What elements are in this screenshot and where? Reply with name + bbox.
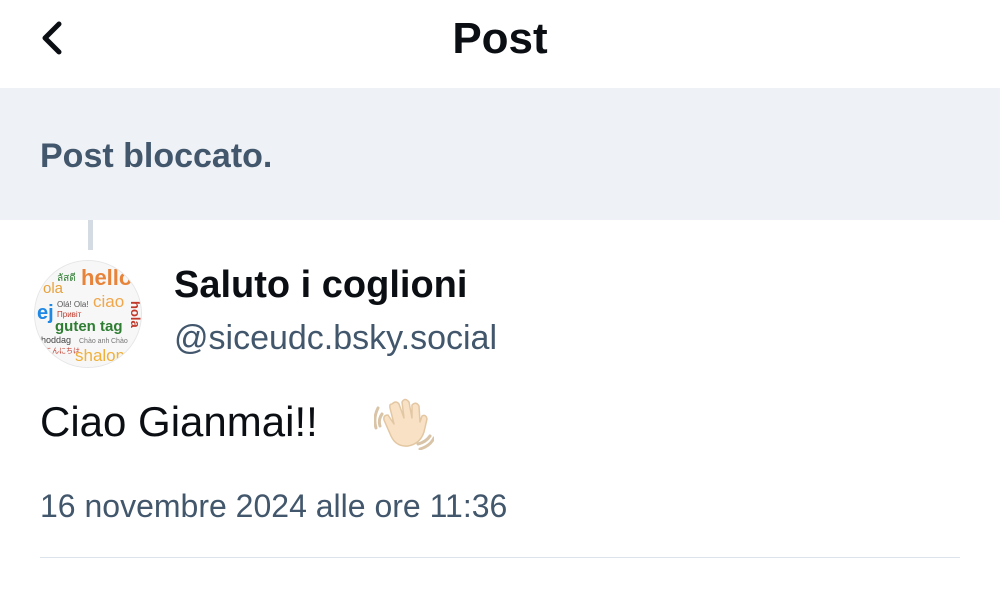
waving-hand-icon — [373, 394, 436, 451]
avatar-word-cloud-image: ลัสดี hello ola Olá! Ola! ciao hola ej П… — [35, 261, 142, 367]
svg-text:hola: hola — [128, 301, 142, 328]
post-body-text: Ciao Gianmai!! — [40, 398, 318, 445]
divider — [40, 557, 960, 558]
page-title: Post — [452, 14, 548, 63]
svg-text:ciao: ciao — [93, 292, 124, 311]
svg-text:hoddag: hoddag — [41, 335, 71, 345]
svg-text:Chào: Chào — [111, 338, 128, 345]
top-bar: Post — [0, 0, 1000, 88]
svg-text:Olá! Ola!: Olá! Ola! — [57, 300, 89, 309]
svg-text:shalom: shalom — [75, 346, 130, 365]
thread-connector-line — [88, 220, 93, 250]
svg-text:guten tag: guten tag — [55, 318, 123, 335]
post-timestamp: 16 novembre 2024 alle ore 11:36 — [40, 488, 508, 524]
avatar[interactable]: ลัสดี hello ola Olá! Ola! ciao hola ej П… — [34, 260, 142, 368]
svg-text:ej: ej — [37, 302, 54, 324]
author-display-name[interactable]: Saluto i coglioni — [174, 262, 467, 308]
svg-text:ola: ola — [43, 280, 64, 297]
blocked-post-label: Post bloccato. — [40, 137, 273, 175]
author-handle[interactable]: @siceudc.bsky.social — [174, 316, 497, 360]
svg-text:Chào anh: Chào anh — [79, 338, 109, 345]
svg-text:hello: hello — [81, 265, 132, 290]
